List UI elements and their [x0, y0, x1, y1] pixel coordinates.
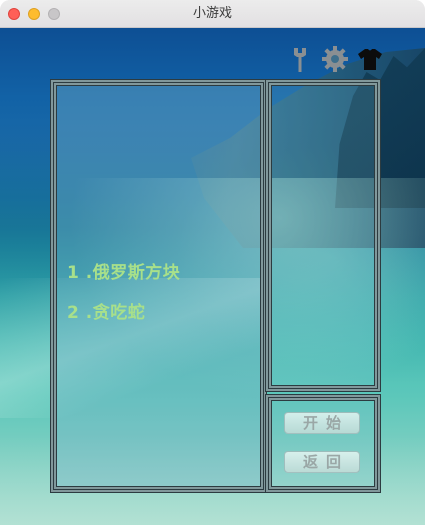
info-panel — [268, 82, 378, 389]
wrench-icon[interactable] — [285, 44, 315, 74]
game-item-tetris[interactable]: 1 .俄罗斯方块 — [67, 258, 180, 283]
gear-icon[interactable] — [320, 44, 350, 74]
game-list-panel — [53, 82, 264, 490]
back-button[interactable]: 返回 — [284, 451, 360, 473]
shirt-icon[interactable] — [355, 44, 385, 74]
game-item-snake[interactable]: 2 .贪吃蛇 — [67, 298, 145, 323]
start-button[interactable]: 开始 — [284, 412, 360, 434]
title-bar: 小游戏 — [0, 0, 425, 28]
control-panel — [268, 397, 378, 490]
app-window: 小游戏 1 .俄罗斯方块 2 .贪吃蛇 开始 返回 — [0, 0, 425, 525]
window-title: 小游戏 — [192, 6, 232, 21]
